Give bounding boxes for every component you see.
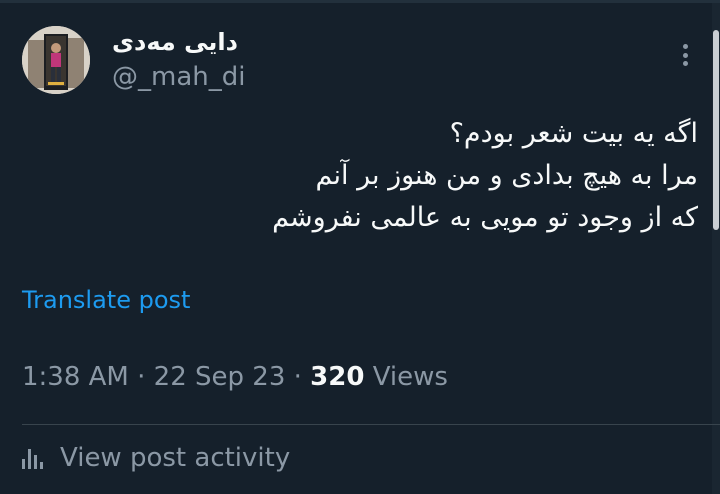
more-vertical-icon [682, 61, 688, 66]
avatar-photo [22, 26, 90, 94]
meta-separator: · [293, 362, 302, 392]
avatar[interactable] [22, 26, 90, 94]
tweet-detail-view: دایی مه‌دی @_mah_di اگه یه بیت شعر بودم؟… [0, 0, 720, 494]
divider [22, 424, 720, 425]
tweet-line: که از وجود تو مویی به عالمی نفروشم [272, 202, 698, 233]
tweet-line: اگه یه بیت شعر بودم؟ [449, 118, 698, 149]
meta-separator: · [137, 362, 146, 392]
tweet-text: اگه یه بیت شعر بودم؟ مرا به هیچ بدادی و … [178, 113, 698, 239]
analytics-bars-icon [22, 447, 48, 469]
view-post-activity-button[interactable]: View post activity [22, 443, 290, 473]
tweet-time[interactable]: 1:38 AM [22, 362, 129, 392]
more-vertical-icon [682, 44, 688, 49]
tweet-line: مرا به هیچ بدادی و من هنوز بر آنم [315, 160, 699, 191]
author-display-name[interactable]: دایی مه‌دی [112, 28, 238, 56]
views-label: Views [372, 362, 448, 392]
author-handle[interactable]: @_mah_di [112, 62, 245, 92]
tweet-meta: 1:38 AM · 22 Sep 23 · 320 Views [22, 362, 448, 392]
more-options-button[interactable] [676, 41, 694, 69]
translate-post-link[interactable]: Translate post [22, 286, 190, 314]
tweet-date[interactable]: 22 Sep 23 [154, 362, 286, 392]
view-post-activity-label: View post activity [60, 443, 291, 473]
views-count: 320 [310, 362, 365, 392]
more-vertical-icon [682, 52, 688, 58]
scrollbar-thumb[interactable] [713, 30, 719, 230]
top-divider [0, 0, 720, 3]
